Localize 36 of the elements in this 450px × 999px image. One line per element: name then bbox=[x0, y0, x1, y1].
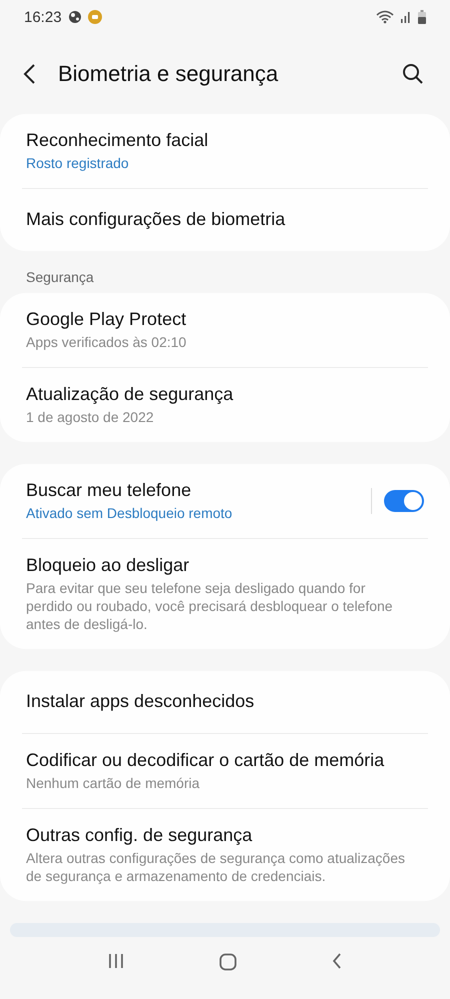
item-subtitle: Altera outras configurações de segurança como atualizações de segurança e armazenamento de credenciais. bbox=[26, 849, 406, 885]
item-subtitle: Para evitar que seu telefone seja desligado quando for perdido ou roubado, você precisará desbloquear o telefone antes de desligá-lo. bbox=[26, 579, 394, 633]
settings-item[interactable]: Codificar ou decodificar o cartão de memória Nenhum cartão de memória bbox=[0, 734, 450, 808]
settings-item[interactable]: Reconhecimento facial Rosto registrado bbox=[0, 114, 450, 188]
item-subtitle: Rosto registrado bbox=[26, 154, 130, 172]
globe-icon bbox=[68, 10, 82, 24]
item-title: Atualização de segurança bbox=[26, 384, 234, 405]
battery-icon bbox=[418, 10, 426, 24]
item-title: Outras config. de segurança bbox=[26, 825, 254, 846]
settings-item[interactable]: Atualização de segurança 1 de agosto de 2022 bbox=[0, 368, 450, 442]
signal-icon bbox=[400, 10, 412, 24]
item-title: Buscar meu telefone bbox=[26, 480, 192, 501]
settings-item[interactable]: Buscar meu telefone Ativado sem Desbloqueio remoto bbox=[0, 464, 450, 538]
section-header: Segurança bbox=[25, 268, 95, 287]
item-subtitle: Apps verificados às 02:10 bbox=[26, 333, 188, 351]
wifi-icon bbox=[376, 10, 394, 24]
page-title: Biometria e segurança bbox=[58, 61, 280, 87]
item-title: Instalar apps desconhecidos bbox=[26, 691, 256, 712]
item-title: Google Play Protect bbox=[26, 309, 188, 330]
settings-item[interactable]: Mais configurações de biometria bbox=[0, 189, 450, 251]
status-time: 16:23 bbox=[24, 8, 62, 26]
settings-item[interactable]: Bloqueio ao desligar Para evitar que seu telefone seja desligado quando for perdido ou roubado, você precisará desbloquear o telefone antes de desligá-lo. bbox=[0, 539, 450, 649]
item-subtitle: 1 de agosto de 2022 bbox=[26, 408, 155, 426]
settings-item[interactable]: Google Play Protect Apps verificados às 02:10 bbox=[0, 293, 450, 367]
item-title: Codificar ou decodificar o cartão de memória bbox=[26, 750, 386, 771]
item-title: Reconhecimento facial bbox=[26, 130, 210, 151]
item-title: Bloqueio ao desligar bbox=[26, 555, 190, 576]
item-subtitle: Nenhum cartão de memória bbox=[26, 774, 201, 792]
settings-item[interactable]: Outras config. de segurança Altera outras configurações de segurança como atualizações de segurança e armazenamento de credenciais. bbox=[0, 809, 450, 901]
item-subtitle: Ativado sem Desbloqueio remoto bbox=[26, 504, 234, 522]
notification-icon bbox=[88, 10, 102, 24]
recents-icon[interactable] bbox=[107, 953, 125, 969]
settings-item[interactable]: Instalar apps desconhecidos bbox=[0, 671, 450, 733]
toggle-switch[interactable] bbox=[384, 490, 424, 512]
home-icon[interactable] bbox=[219, 953, 237, 971]
item-title: Mais configurações de biometria bbox=[26, 209, 286, 230]
